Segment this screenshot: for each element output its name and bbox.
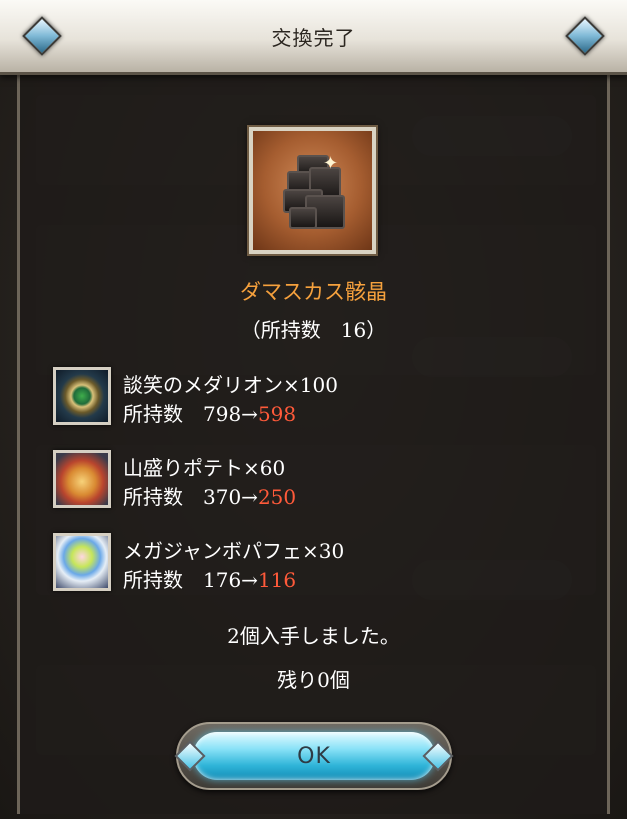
remaining-message: 残り0個 <box>277 668 350 692</box>
diamond-gem-icon <box>22 16 62 56</box>
count-after: 250 <box>257 485 297 509</box>
item-name: ダマスカス骸晶 <box>240 280 387 304</box>
count-after: 598 <box>257 402 297 426</box>
cost-item-count: 所持数 798→598 <box>123 398 296 427</box>
screen: 交換完了 ✦ ダマスカス骸晶 （所持数 16） 談笑のメダリオン×100 所持数… <box>0 0 627 819</box>
sparkle-icon: ✦ <box>323 153 339 174</box>
cost-item-count: 所持数 370→250 <box>123 481 296 510</box>
obtained-message: 2個入手しました。 <box>227 624 400 648</box>
parfait-icon <box>53 533 111 591</box>
cost-row: メガジャンボパフェ×30 所持数 176→116 <box>53 533 553 593</box>
diamond-gem-icon <box>565 16 605 56</box>
cost-item-name: メガジャンボパフェ×30 <box>123 539 345 563</box>
count-before: 所持数 176→ <box>123 568 258 592</box>
ok-button[interactable]: OK <box>174 732 454 780</box>
cost-row: 談笑のメダリオン×100 所持数 798→598 <box>53 367 553 427</box>
damascus-crystal-icon: ✦ <box>249 127 376 254</box>
potato-icon <box>53 450 111 508</box>
cost-item-count: 所持数 176→116 <box>123 564 296 593</box>
count-before: 所持数 370→ <box>123 485 258 509</box>
medallion-icon <box>53 367 111 425</box>
cost-item-name: 談笑のメダリオン×100 <box>123 373 338 397</box>
count-after: 116 <box>257 568 297 592</box>
cost-item-name: 山盛りポテト×60 <box>123 456 286 480</box>
count-before: 所持数 798→ <box>123 402 258 426</box>
ok-button-label: OK <box>297 743 331 769</box>
item-owned-count: （所持数 16） <box>240 318 387 342</box>
dialog-title: 交換完了 <box>271 25 356 50</box>
cost-row: 山盛りポテト×60 所持数 370→250 <box>53 450 553 510</box>
dialog-title-bar: 交換完了 <box>0 0 627 75</box>
